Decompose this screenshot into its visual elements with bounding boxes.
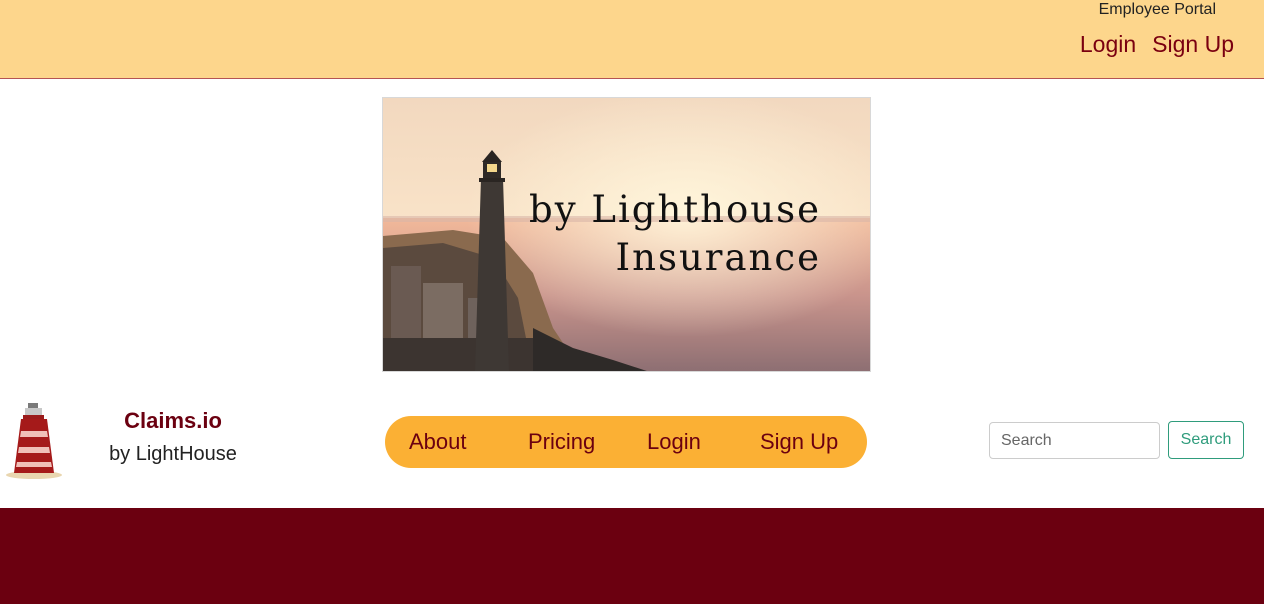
search-button[interactable]: Search — [1168, 421, 1244, 459]
search-input[interactable] — [989, 422, 1160, 459]
lighthouse-icon[interactable] — [4, 403, 64, 479]
hero-lighthouse-image: by Lighthouse Insurance — [383, 98, 870, 371]
header-signup-link[interactable]: Sign Up — [1152, 31, 1234, 58]
nav-item-pricing[interactable]: Pricing — [528, 429, 595, 455]
brand-tagline: by LightHouse — [109, 443, 237, 465]
header-auth-links: Login Sign Up — [1080, 31, 1234, 58]
hero-text-line2: Insurance — [616, 236, 821, 279]
nav-item-about[interactable]: About — [409, 429, 467, 455]
brand-name: Claims.io — [124, 408, 222, 433]
nav-item-signup[interactable]: Sign Up — [760, 429, 838, 455]
header-login-link[interactable]: Login — [1080, 31, 1136, 58]
footer-band — [0, 508, 1264, 604]
hero-banner: by Lighthouse Insurance — [382, 97, 871, 372]
employee-portal-label: Employee Portal — [1098, 1, 1216, 18]
main-nav: About Pricing Login Sign Up — [385, 416, 867, 468]
top-header: Employee Portal Login Sign Up — [0, 0, 1264, 79]
hero-text-line1: by Lighthouse — [529, 188, 821, 231]
nav-item-login[interactable]: Login — [647, 429, 701, 455]
